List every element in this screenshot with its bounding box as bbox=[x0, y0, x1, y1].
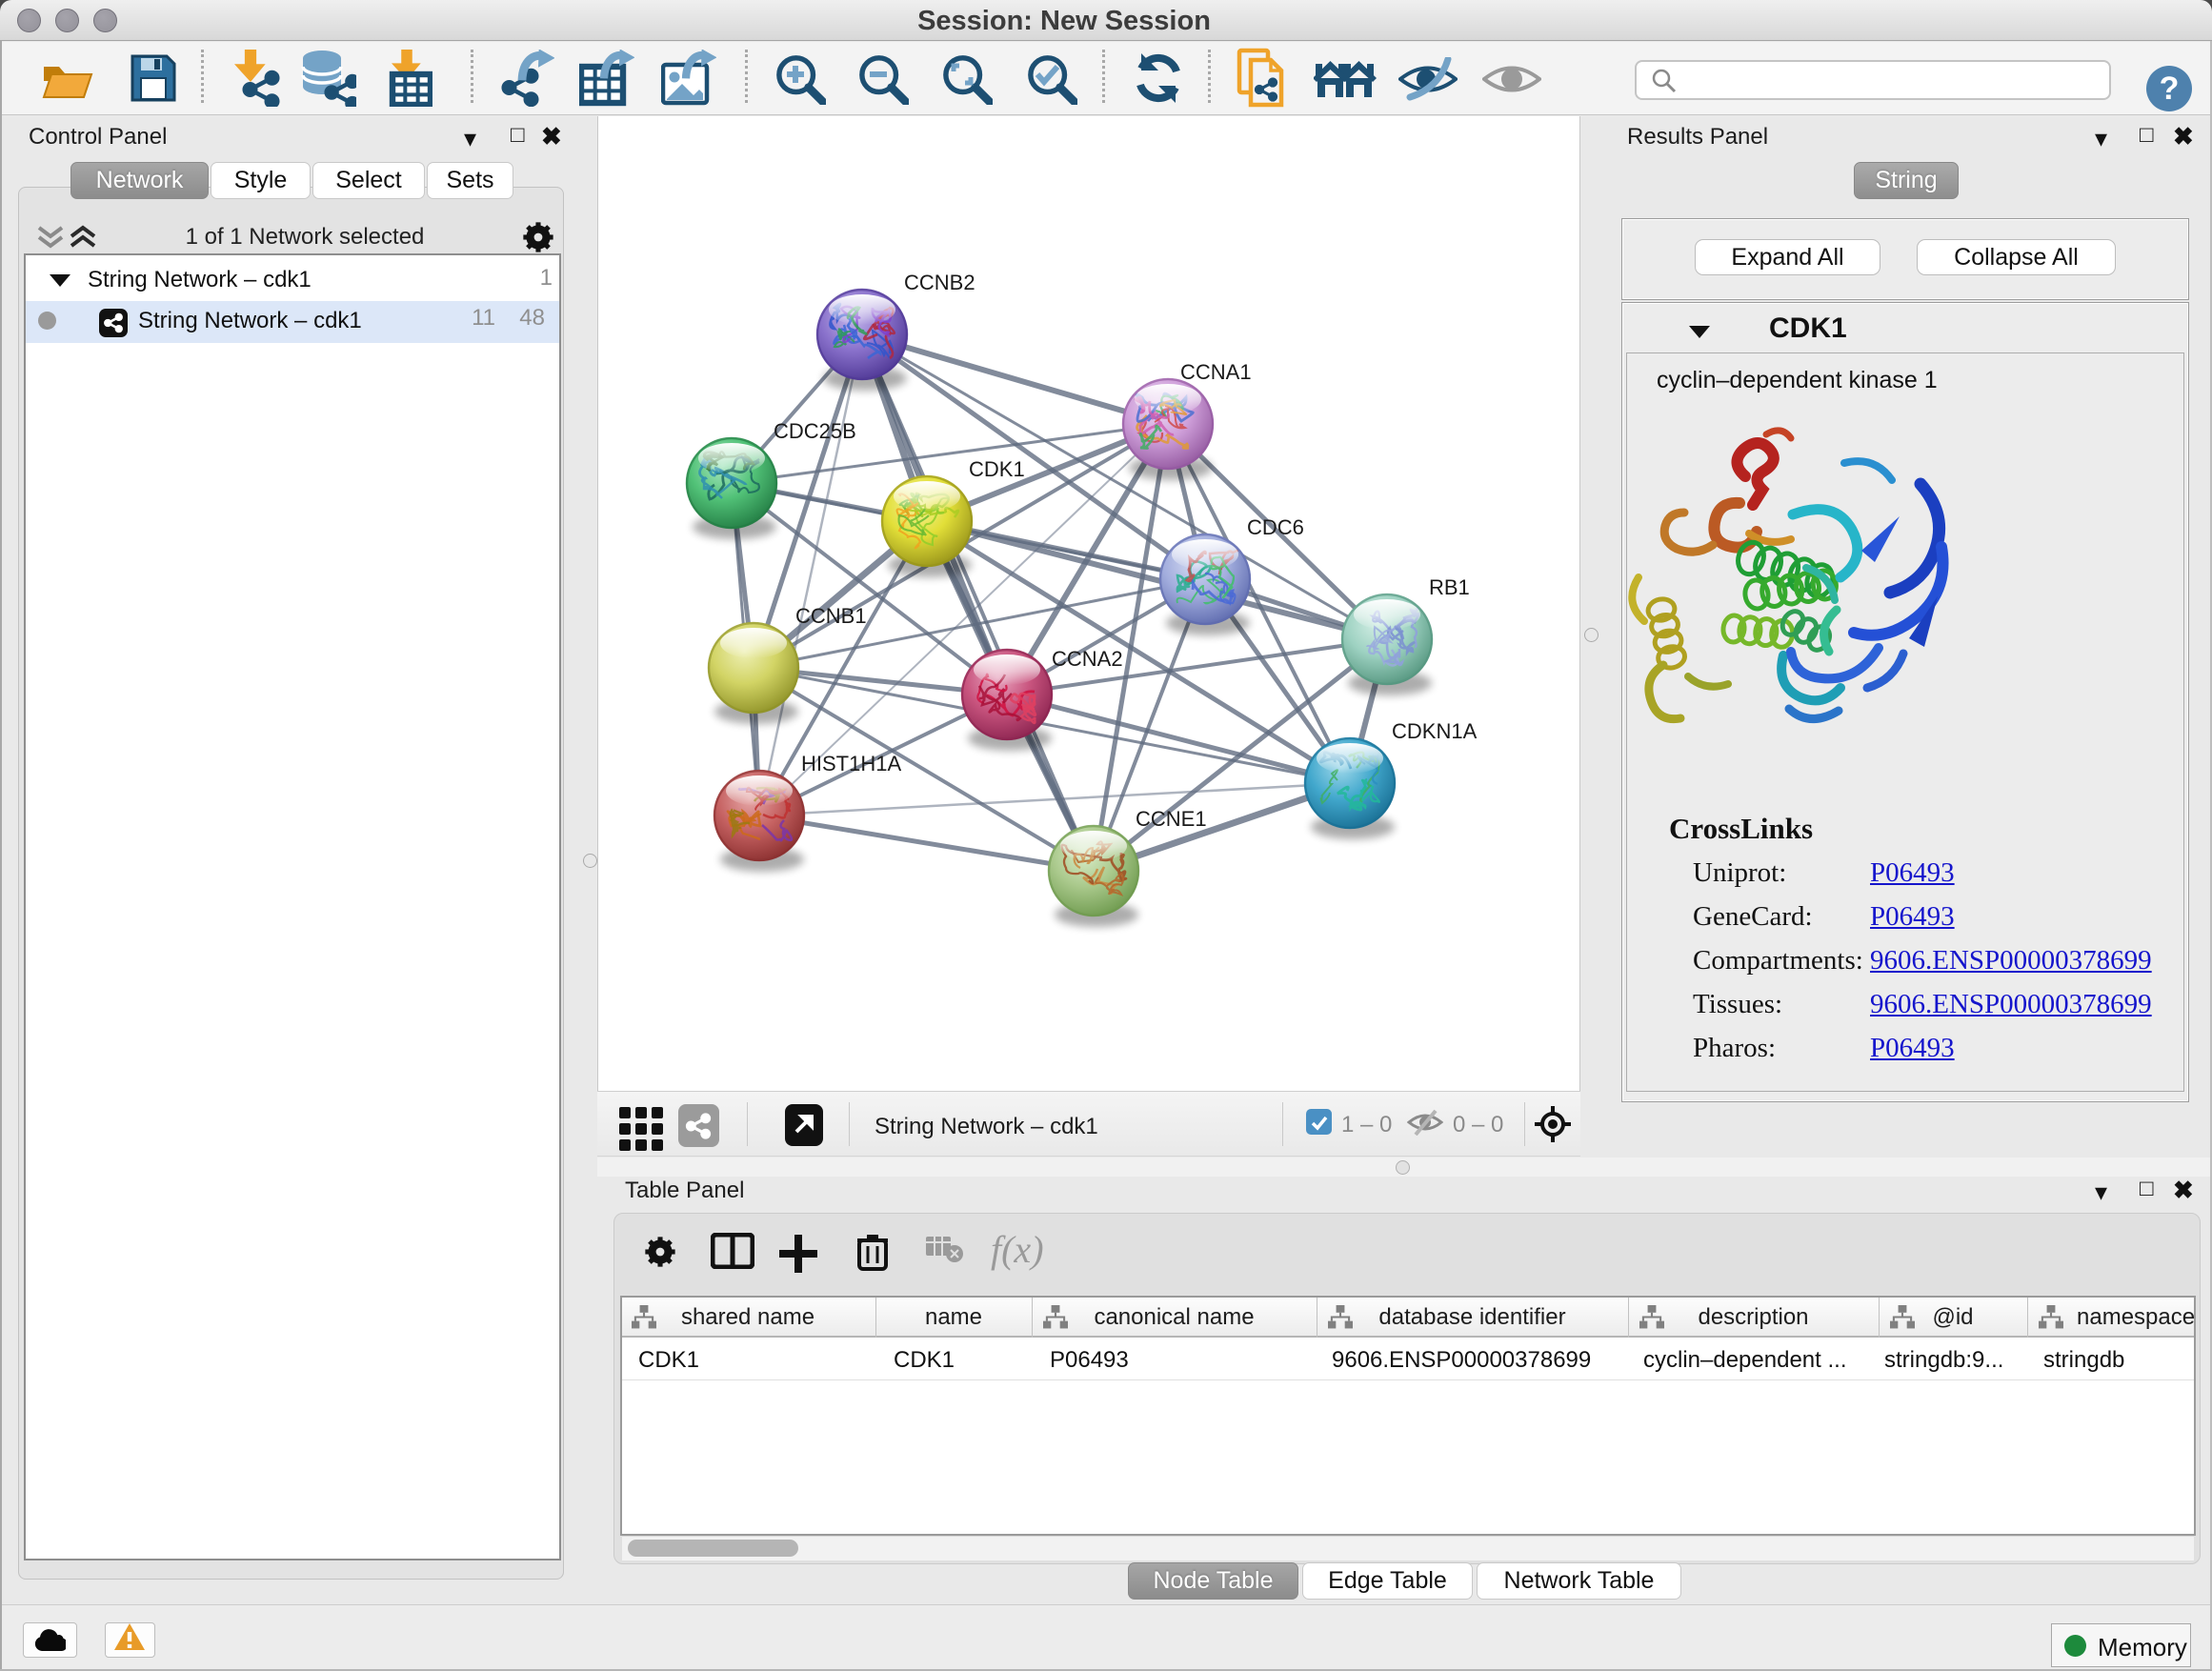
svg-text:CDC6: CDC6 bbox=[1247, 515, 1304, 539]
svg-text:CDC25B: CDC25B bbox=[774, 419, 856, 443]
svg-text:CDKN1A: CDKN1A bbox=[1392, 719, 1478, 743]
svg-text:HIST1H1A: HIST1H1A bbox=[801, 752, 901, 775]
svg-text:RB1: RB1 bbox=[1429, 575, 1470, 599]
svg-text:CCNA1: CCNA1 bbox=[1180, 360, 1252, 384]
svg-text:CCNA2: CCNA2 bbox=[1052, 647, 1123, 671]
svg-text:CCNE1: CCNE1 bbox=[1136, 807, 1207, 831]
svg-text:CCNB1: CCNB1 bbox=[795, 604, 867, 628]
svg-text:CDK1: CDK1 bbox=[969, 457, 1025, 481]
svg-text:CCNB2: CCNB2 bbox=[904, 271, 975, 294]
